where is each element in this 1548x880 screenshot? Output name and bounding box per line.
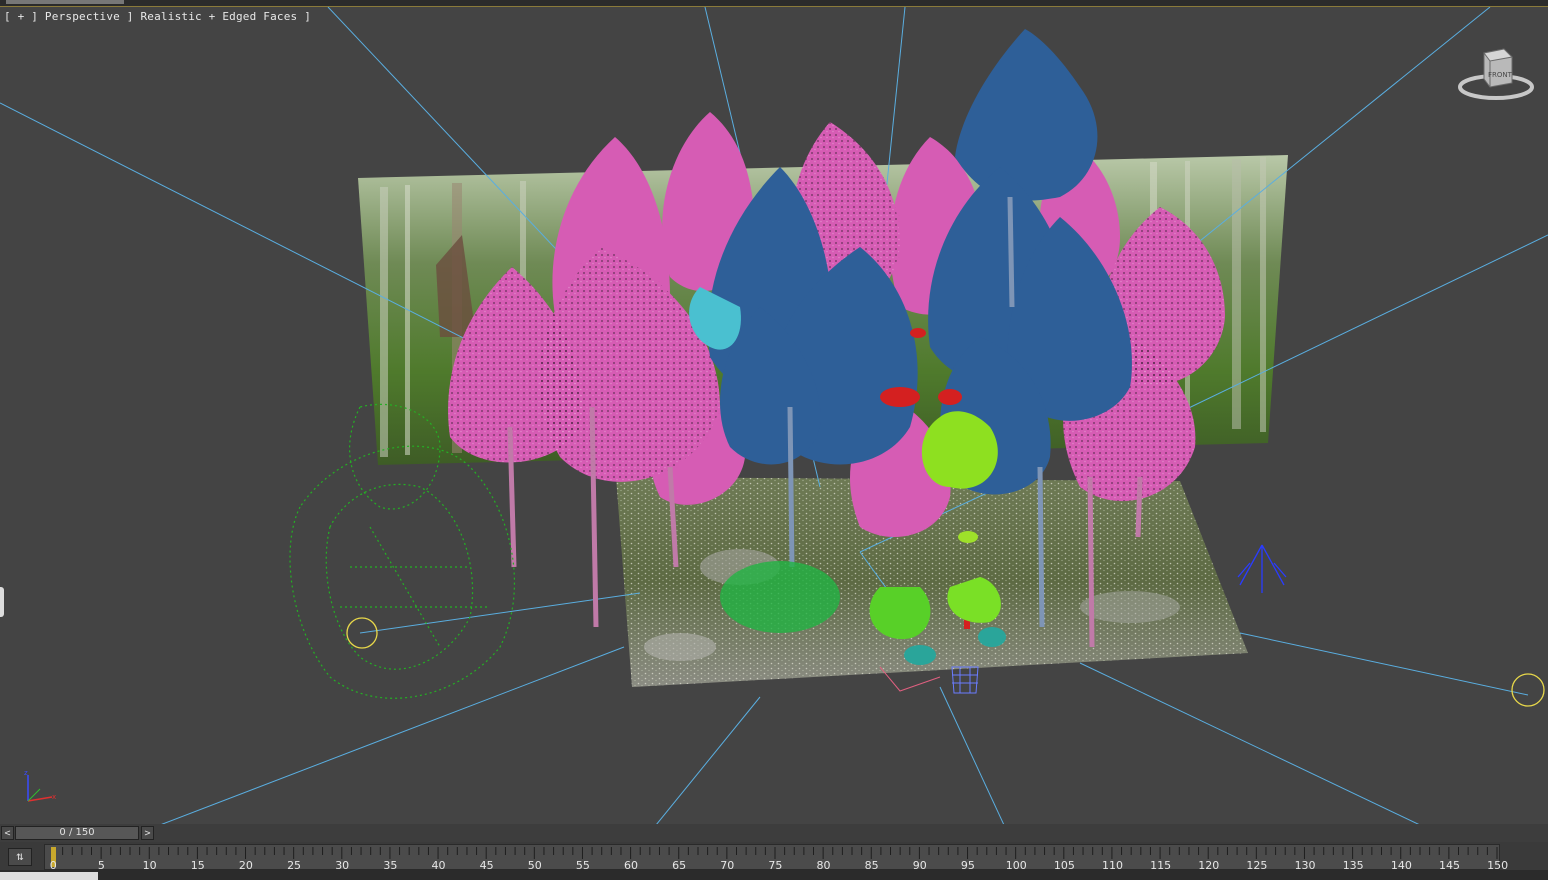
direction-light-icon[interactable] bbox=[1237, 544, 1287, 593]
viewcube-label: FRONT bbox=[1488, 71, 1513, 79]
viewport-label[interactable]: [ + ] Perspective ] Realistic + Edged Fa… bbox=[4, 10, 311, 23]
svg-text:x: x bbox=[52, 793, 56, 801]
viewcube-icon[interactable]: FRONT bbox=[1456, 43, 1536, 105]
viewport-side-tab[interactable] bbox=[0, 587, 4, 617]
curve-editor-icon[interactable]: ⇅ bbox=[8, 848, 32, 866]
time-slider[interactable]: < 0 / 150 > bbox=[0, 824, 1548, 842]
prev-frame-button[interactable]: < bbox=[1, 826, 14, 840]
status-strip bbox=[0, 870, 1548, 880]
status-stub[interactable] bbox=[0, 872, 98, 880]
perspective-viewport[interactable]: [ + ] Perspective ] Realistic + Edged Fa… bbox=[0, 6, 1548, 824]
tab-stub[interactable] bbox=[6, 0, 124, 4]
timeline-track-bar[interactable]: 0 5 10 15 20 25 30 35 40 45 50 55 60 65 70 75 80 85 90 95 10… bbox=[44, 844, 1508, 872]
axis-tripod-icon: z x bbox=[24, 769, 56, 802]
next-frame-button[interactable]: > bbox=[141, 826, 154, 840]
svg-text:z: z bbox=[24, 769, 28, 777]
scene-canvas[interactable] bbox=[0, 7, 1548, 824]
frame-counter-thumb[interactable]: 0 / 150 bbox=[15, 826, 139, 840]
